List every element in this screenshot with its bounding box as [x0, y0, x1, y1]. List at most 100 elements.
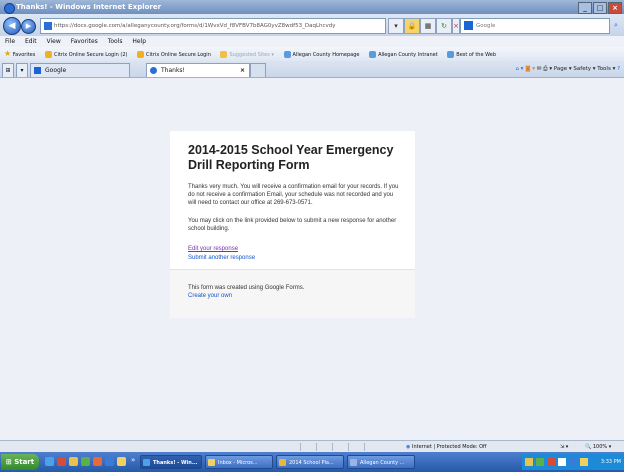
- status-segment: [332, 443, 347, 451]
- confirmation-message: Thanks very much. You will receive a con…: [188, 184, 399, 206]
- stop-icon[interactable]: ×: [452, 18, 460, 34]
- create-your-own-link[interactable]: Create your own: [188, 292, 232, 300]
- help-icon[interactable]: ?: [617, 66, 620, 72]
- minimize-button[interactable]: _: [578, 2, 592, 14]
- address-dropdown-button[interactable]: ▾: [388, 18, 404, 34]
- task-label: Thanks! - Win...: [153, 460, 198, 466]
- tray-icon[interactable]: [525, 458, 533, 466]
- favorite-label: Citrix Online Secure Login (2): [53, 52, 128, 58]
- favorite-link[interactable]: Citrix Online Secure Login: [137, 48, 211, 61]
- favorite-link[interactable]: Suggested Sites ▾: [220, 48, 274, 61]
- tray-icon[interactable]: [580, 458, 588, 466]
- tab-google[interactable]: Google: [30, 63, 130, 77]
- task-allegan[interactable]: Allegan County ...: [347, 455, 415, 469]
- back-button[interactable]: ◀: [3, 17, 21, 35]
- tab-list-button[interactable]: ▾: [16, 63, 28, 77]
- google-icon: [34, 67, 41, 74]
- quicklaunch-icon[interactable]: [81, 457, 90, 466]
- favorite-label: Allegan County Homepage: [292, 52, 360, 58]
- task-ie[interactable]: Thanks! - Win...: [140, 455, 202, 469]
- tray-icon[interactable]: [569, 458, 577, 466]
- status-segment: [364, 443, 379, 451]
- command-menus[interactable]: Page ▾ Safety ▾ Tools ▾: [554, 66, 615, 72]
- feeds-icon[interactable]: ◙ ▾: [525, 66, 535, 72]
- mail-icon[interactable]: ✉: [537, 66, 542, 72]
- address-url: https://docs.google.com/a/alleganycounty…: [54, 23, 336, 29]
- refresh-icon[interactable]: ↻: [436, 18, 452, 34]
- page-icon: [44, 21, 52, 30]
- edit-response-link[interactable]: Edit your response: [188, 245, 238, 253]
- zoom-level: 100% ▾: [592, 444, 612, 450]
- menu-help[interactable]: Help: [132, 38, 146, 45]
- tray-icon[interactable]: [558, 458, 566, 466]
- window-title: Thanks! - Windows Internet Explorer: [16, 3, 162, 11]
- tray-icon[interactable]: [547, 458, 555, 466]
- menu-view[interactable]: View: [47, 38, 61, 45]
- tab-label: Google: [45, 67, 67, 74]
- lock-icon[interactable]: 🔒: [404, 18, 420, 34]
- ie-page-icon: [150, 67, 157, 74]
- clock[interactable]: 3:33 PM: [601, 454, 621, 470]
- folder-icon: [279, 459, 286, 466]
- submit-another-link[interactable]: Submit another response: [188, 254, 255, 262]
- home-icon[interactable]: ⌂ ▾: [515, 66, 523, 72]
- menu-bar: File Edit View Favorites Tools Help: [0, 36, 624, 47]
- favorites-label: Favorites: [12, 52, 36, 58]
- status-segment: [348, 443, 363, 451]
- quicklaunch-icon[interactable]: [69, 457, 78, 466]
- status-segment: [316, 443, 331, 451]
- taskbar: ⊞ Start » Thanks! - Win... Inbox - Micro…: [0, 452, 624, 472]
- ie-icon: [143, 459, 150, 466]
- maximize-button[interactable]: □: [593, 2, 607, 14]
- page-icon: [283, 51, 291, 58]
- print-icon[interactable]: ⎙ ▾: [543, 66, 552, 72]
- resubmit-message: You may click on the link provided below…: [188, 218, 397, 232]
- new-tab-button[interactable]: [250, 63, 266, 77]
- menu-favorites[interactable]: Favorites: [71, 38, 98, 45]
- chevron-icon[interactable]: »: [131, 456, 135, 464]
- citrix-icon: [44, 51, 52, 58]
- address-toolbar: ◀ ▶ https://docs.google.com/a/alleganyco…: [0, 14, 624, 36]
- favorites-bar: ★ Favorites Citrix Online Secure Login (…: [0, 47, 624, 62]
- close-tab-icon[interactable]: ×: [240, 64, 245, 77]
- close-button[interactable]: ×: [608, 2, 622, 14]
- favorite-link[interactable]: Citrix Online Secure Login (2): [44, 48, 128, 61]
- globe-icon: ◉: [406, 444, 411, 450]
- quicklaunch-icon[interactable]: [105, 457, 114, 466]
- quicklaunch-icon[interactable]: [45, 457, 54, 466]
- menu-edit[interactable]: Edit: [25, 38, 37, 45]
- address-bar[interactable]: https://docs.google.com/a/alleganycounty…: [40, 18, 386, 34]
- menu-tools[interactable]: Tools: [108, 38, 123, 45]
- tray-icon[interactable]: [536, 458, 544, 466]
- task-label: Allegan County ...: [360, 460, 405, 466]
- page-icon: [447, 51, 455, 58]
- search-icon[interactable]: ⌕: [610, 18, 622, 32]
- forward-button[interactable]: ▶: [21, 19, 36, 34]
- favorite-label: Suggested Sites ▾: [229, 52, 274, 58]
- favorites-button[interactable]: ★ Favorites: [4, 47, 36, 61]
- citrix-icon: [137, 51, 145, 58]
- quick-tabs-button[interactable]: ⊞: [2, 63, 14, 77]
- quicklaunch-icon[interactable]: [93, 457, 102, 466]
- task-label: Inbox - Micros...: [218, 460, 258, 466]
- favorite-link[interactable]: Allegan County Intranet: [369, 48, 438, 61]
- tab-thanks[interactable]: Thanks! ×: [146, 63, 250, 77]
- task-document[interactable]: 2014 School Pla...: [276, 455, 344, 469]
- start-button[interactable]: ⊞ Start: [1, 454, 39, 470]
- favorite-link[interactable]: Best of the Web: [447, 48, 497, 61]
- quicklaunch-icon[interactable]: [57, 457, 66, 466]
- quicklaunch-icon[interactable]: [117, 457, 126, 466]
- favorite-link[interactable]: Allegan County Homepage: [283, 48, 360, 61]
- favorite-label: Best of the Web: [456, 52, 497, 58]
- command-bar: ⌂ ▾ ◙ ▾ ✉ ⎙ ▾ Page ▾ Safety ▾ Tools ▾ ?: [515, 63, 620, 76]
- search-input[interactable]: Google: [460, 18, 610, 34]
- task-label: 2014 School Pla...: [289, 460, 334, 466]
- form-title: 2014-2015 School Year Emergency Drill Re…: [188, 143, 394, 172]
- favorites-star-icon: ★: [4, 49, 12, 58]
- task-outlook[interactable]: Inbox - Micros...: [205, 455, 273, 469]
- zone-label: Internet | Protected Mode: Off: [411, 444, 487, 450]
- compatibility-icon[interactable]: ▦: [420, 18, 436, 34]
- menu-file[interactable]: File: [5, 38, 15, 45]
- favorite-label: Allegan County Intranet: [378, 52, 438, 58]
- window-controls: _ □ ×: [578, 2, 622, 14]
